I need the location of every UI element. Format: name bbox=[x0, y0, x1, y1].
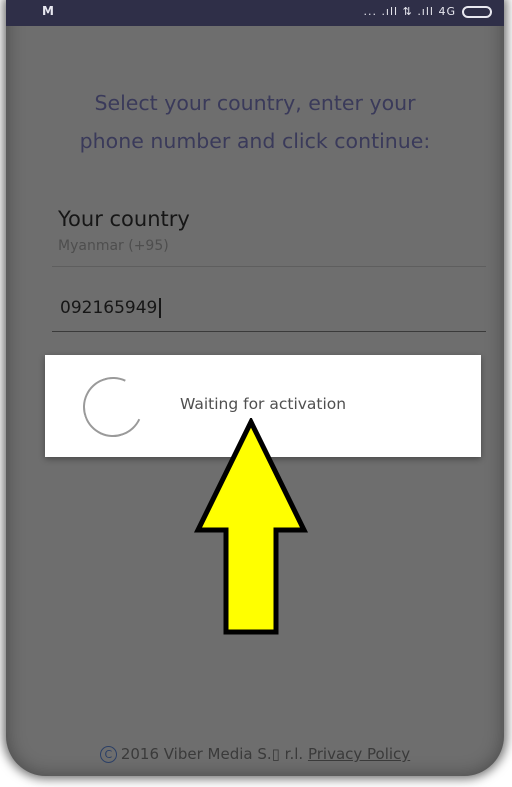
signal-icons: ... .ıll ⇅ .ıll 4G bbox=[363, 5, 456, 18]
country-selector[interactable]: Myanmar (+95) bbox=[58, 238, 169, 254]
carrier-label: M bbox=[42, 4, 54, 18]
up-arrow-icon bbox=[193, 418, 309, 635]
phone-divider bbox=[52, 331, 486, 332]
dialog-message: Waiting for activation bbox=[180, 395, 347, 413]
country-divider bbox=[52, 266, 486, 267]
loading-spinner-icon bbox=[74, 368, 152, 446]
instructions-text: Select your country, enter your phone nu… bbox=[6, 84, 504, 160]
copyright-icon: C bbox=[99, 746, 117, 763]
instructions-line-1: Select your country, enter your bbox=[94, 91, 416, 115]
country-heading: Your country bbox=[58, 207, 190, 231]
privacy-policy-link[interactable]: Privacy Policy bbox=[308, 745, 410, 763]
phone-frame: M ... .ıll ⇅ .ıll 4G Select your country… bbox=[6, 0, 504, 776]
footer: C 2016 Viber Media S.▯ r.l. Privacy Polic… bbox=[6, 745, 504, 763]
status-bar: M ... .ıll ⇅ .ıll 4G bbox=[6, 0, 504, 26]
phone-number-input[interactable]: 092165949 bbox=[60, 298, 162, 318]
copyright-text: 2016 Viber Media S.▯ r.l. bbox=[120, 745, 304, 763]
battery-icon bbox=[462, 6, 492, 18]
instructions-line-2: phone number and click continue: bbox=[79, 129, 431, 153]
